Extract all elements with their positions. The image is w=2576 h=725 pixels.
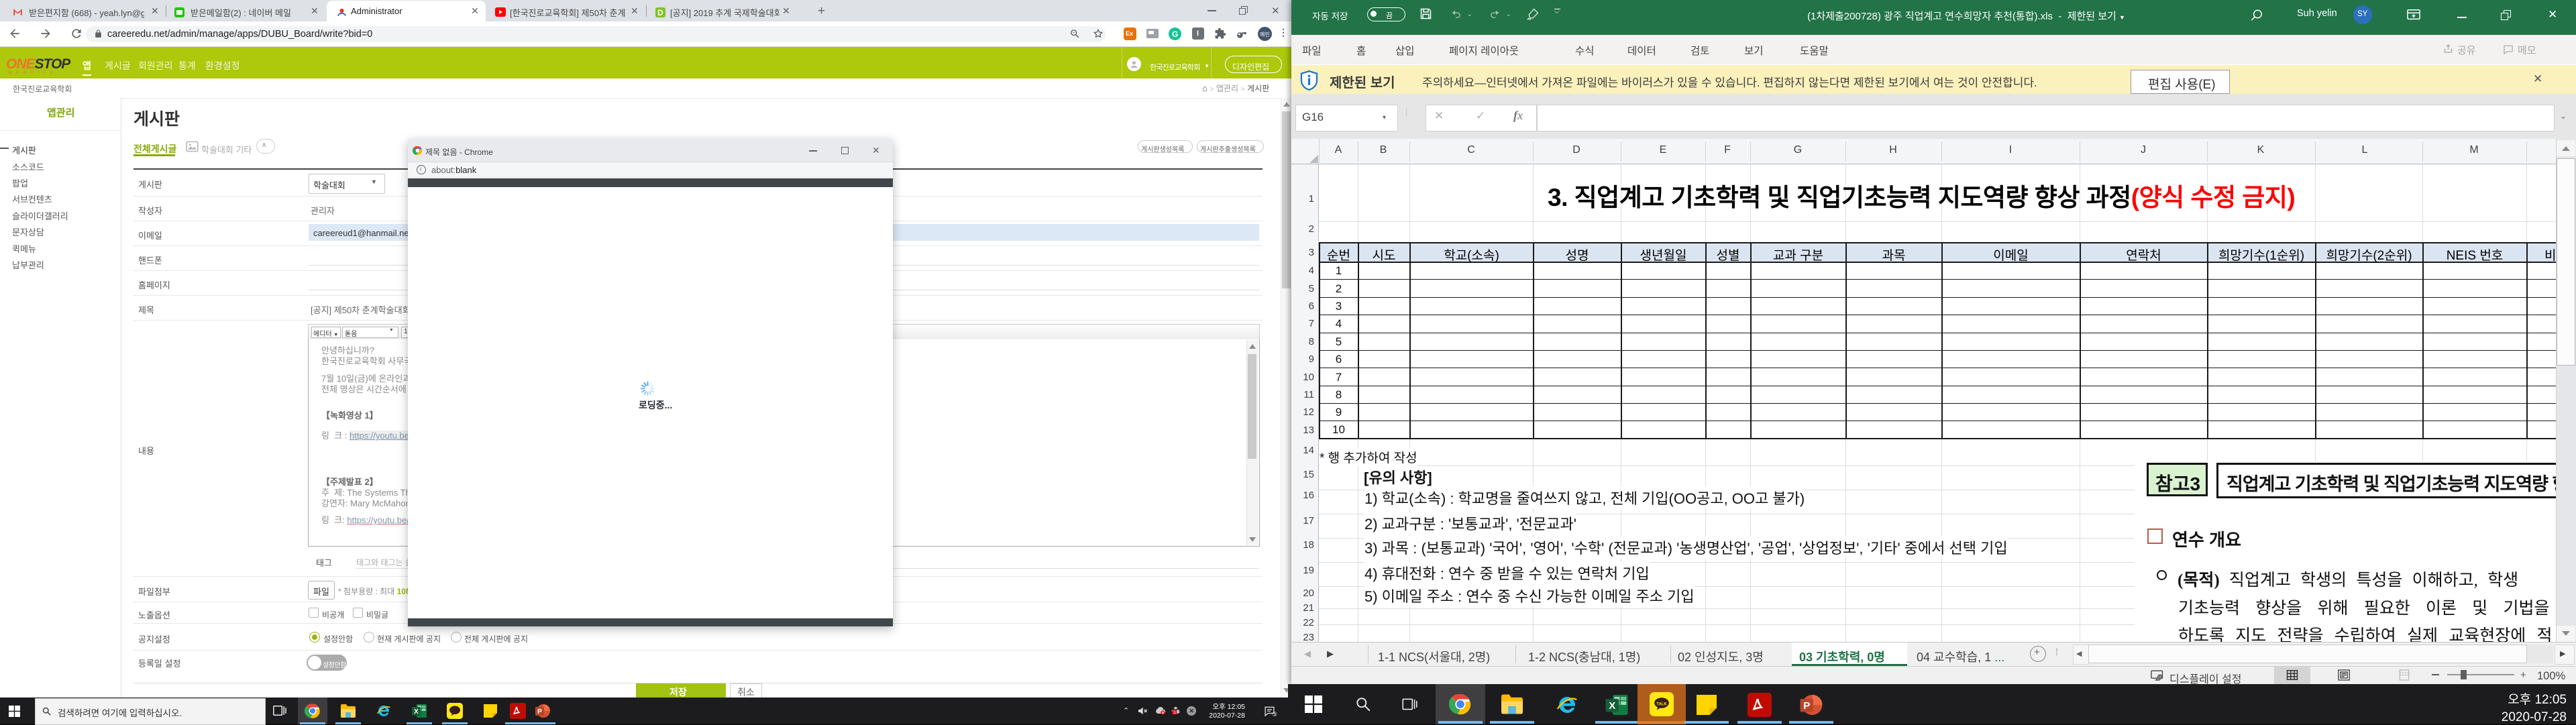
svg-text:TALK: TALK xyxy=(1656,703,1667,707)
svg-text:X: X xyxy=(414,708,419,716)
svg-text:P: P xyxy=(1803,700,1810,712)
svg-text:P: P xyxy=(537,708,542,716)
svg-text:X: X xyxy=(1609,700,1615,712)
